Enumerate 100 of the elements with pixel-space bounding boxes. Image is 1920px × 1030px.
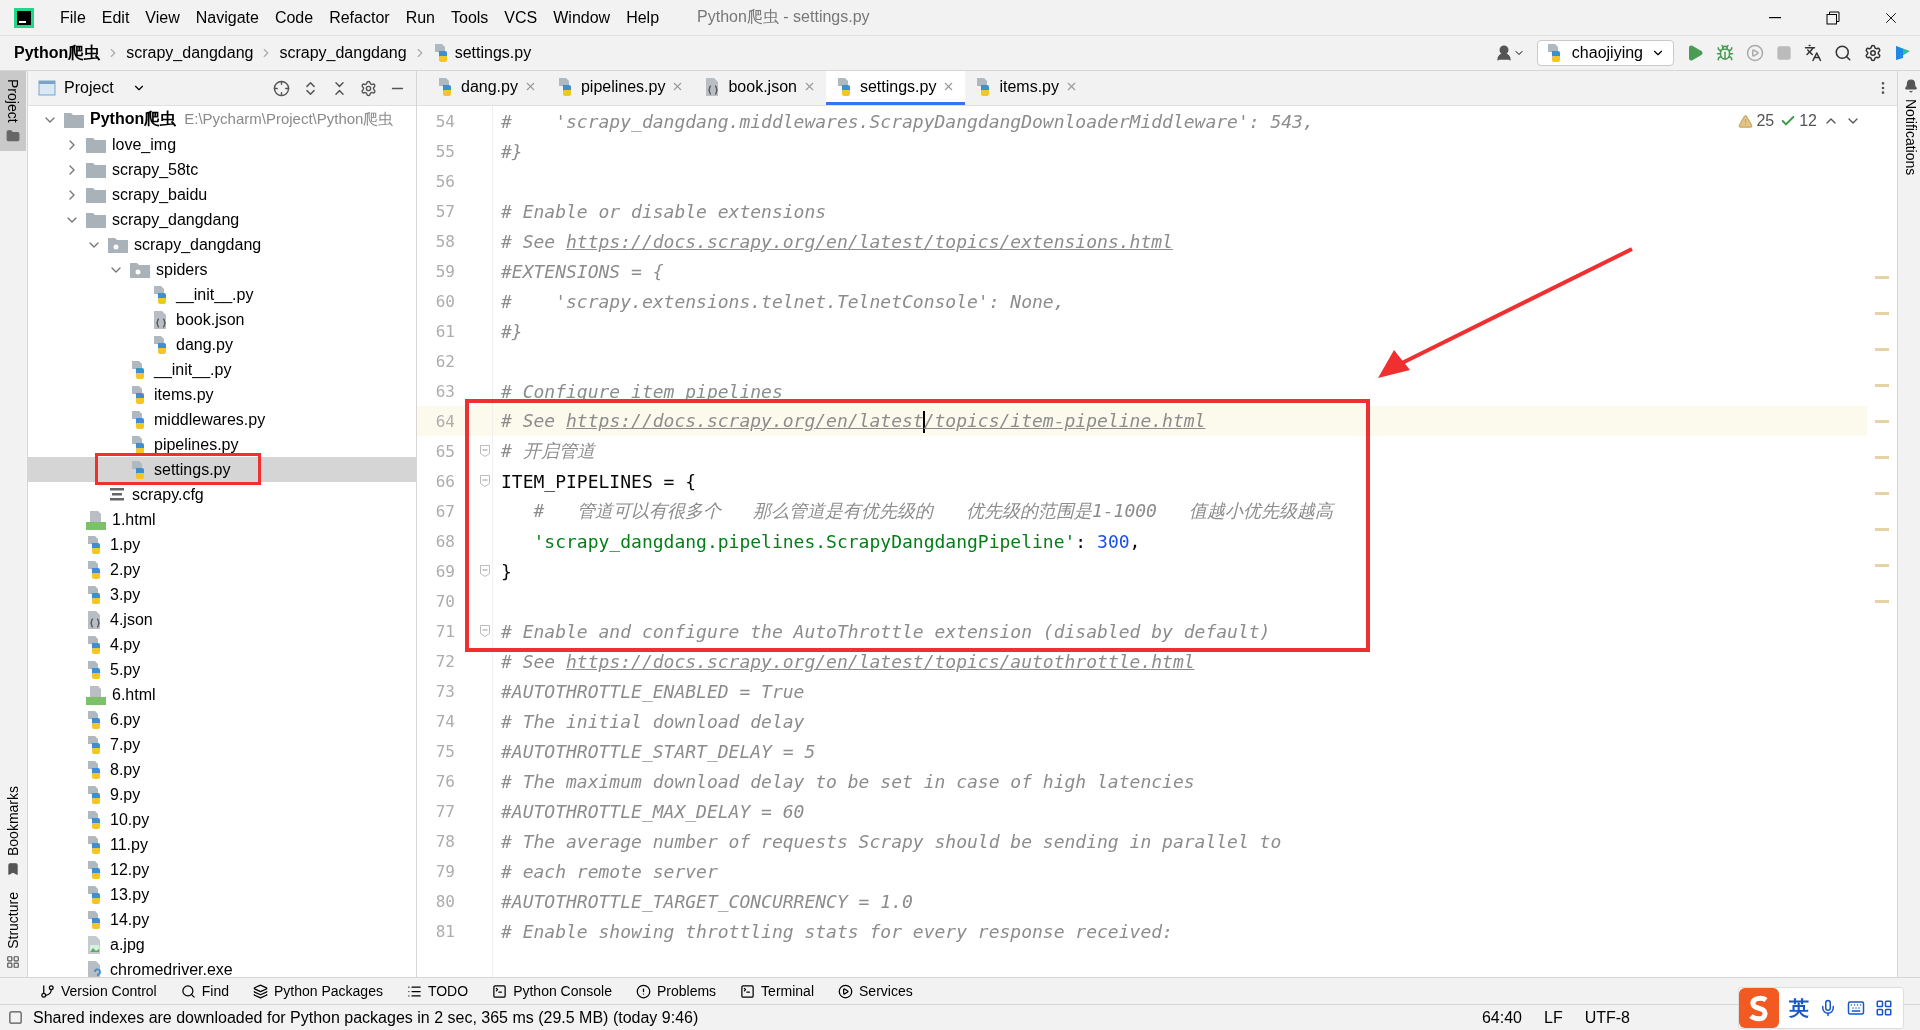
- tree-item[interactable]: dang.py: [28, 332, 416, 357]
- tree-item[interactable]: scrapy_baidu: [28, 182, 416, 207]
- tool-window-button[interactable]: Problems: [635, 983, 717, 999]
- tree-item[interactable]: 4.json: [28, 607, 416, 632]
- notifications-button[interactable]: Notifications: [1898, 71, 1920, 184]
- tree-item[interactable]: 1.html: [28, 507, 416, 532]
- fold-marker-icon[interactable]: [480, 565, 490, 577]
- debug-icon[interactable]: [1716, 44, 1734, 62]
- tree-label: spiders: [156, 260, 208, 279]
- warning-count[interactable]: 25: [1738, 112, 1775, 130]
- tree-item[interactable]: __init__.py: [28, 282, 416, 307]
- tree-item[interactable]: scrapy_58tc: [28, 157, 416, 182]
- menu-item[interactable]: Window: [545, 4, 619, 31]
- file-encoding[interactable]: UTF-8: [1584, 1008, 1630, 1027]
- tool-window-button[interactable]: Find: [180, 983, 229, 999]
- tree-item[interactable]: scrapy_dangdang: [28, 207, 416, 232]
- microphone-icon[interactable]: [1819, 999, 1837, 1017]
- input-mode[interactable]: 英: [1789, 994, 1809, 1022]
- tree-item[interactable]: 12.py: [28, 857, 416, 882]
- menu-item[interactable]: Run: [397, 4, 443, 31]
- menu-item[interactable]: VCS: [496, 4, 546, 31]
- tree-item[interactable]: 7.py: [28, 732, 416, 757]
- breadcrumb[interactable]: Python爬虫: [14, 42, 101, 64]
- tree-item[interactable]: 4.py: [28, 632, 416, 657]
- line-number: 56: [434, 171, 455, 191]
- status-checkbox-icon[interactable]: [8, 1010, 23, 1025]
- run-icon[interactable]: [1686, 44, 1704, 62]
- breadcrumb[interactable]: scrapy_dangdang: [126, 44, 254, 62]
- tree-item[interactable]: middlewares.py: [28, 407, 416, 432]
- locate-icon[interactable]: [273, 79, 290, 97]
- search-icon[interactable]: [1834, 44, 1852, 62]
- settings-icon[interactable]: [1864, 44, 1882, 62]
- tree-item[interactable]: 9.py: [28, 782, 416, 807]
- menu-item[interactable]: Edit: [93, 4, 138, 31]
- close-icon[interactable]: [1065, 80, 1078, 93]
- tree-item[interactable]: 11.py: [28, 832, 416, 857]
- translate-icon[interactable]: [1804, 44, 1822, 62]
- tree-item[interactable]: chromedriver.exe: [28, 957, 416, 977]
- menu-item[interactable]: View: [137, 4, 188, 31]
- tree-item[interactable]: a.jpg: [28, 932, 416, 957]
- tree-item[interactable]: 3.py: [28, 582, 416, 607]
- tree-item[interactable]: 6.html: [28, 682, 416, 707]
- line-separator[interactable]: LF: [1544, 1008, 1563, 1027]
- user-dropdown[interactable]: [1494, 44, 1525, 62]
- tool-window-button[interactable]: Version Control: [40, 983, 157, 999]
- tool-window-button[interactable]: Python Console: [492, 983, 612, 999]
- editor-tab[interactable]: book.json: [694, 71, 826, 105]
- tree-item[interactable]: 5.py: [28, 657, 416, 682]
- input-method-toolbar[interactable]: 英: [1738, 987, 1904, 1029]
- tree-item[interactable]: 13.py: [28, 882, 416, 907]
- tool-window-button[interactable]: TODO: [406, 983, 469, 999]
- toolbox-logo-icon[interactable]: [1894, 44, 1912, 62]
- editor-tab[interactable]: items.py: [965, 71, 1088, 105]
- keyboard-icon[interactable]: [1847, 999, 1865, 1017]
- menu-item[interactable]: Code: [266, 4, 322, 31]
- tool-window-button[interactable]: Structure: [0, 884, 26, 977]
- editor-tab[interactable]: dang.py: [427, 71, 547, 105]
- tree-item[interactable]: spiders: [28, 257, 416, 282]
- editor-tab[interactable]: pipelines.py: [546, 71, 695, 105]
- caret-position[interactable]: 64:40: [1481, 1008, 1522, 1027]
- breadcrumb[interactable]: scrapy_dangdang: [279, 44, 407, 62]
- tree-item[interactable]: 2.py: [28, 557, 416, 582]
- tool-window-button[interactable]: Project: [0, 71, 26, 151]
- line-number: 71: [434, 621, 455, 641]
- fold-marker-icon[interactable]: [480, 625, 490, 637]
- fold-marker-icon[interactable]: [480, 475, 490, 487]
- tree-label: a.jpg: [110, 935, 145, 954]
- run-configuration-dropdown[interactable]: chaojiying: [1536, 40, 1674, 66]
- menu-item[interactable]: Refactor: [321, 4, 398, 31]
- passed-count[interactable]: 12: [1780, 112, 1817, 130]
- menu-item[interactable]: Help: [618, 4, 668, 31]
- menu-item[interactable]: File: [52, 4, 94, 31]
- menu-item[interactable]: Navigate: [187, 4, 267, 31]
- tool-window-button[interactable]: Python Packages: [252, 983, 383, 999]
- settings-icon[interactable]: [360, 79, 377, 97]
- package-folder-icon: [130, 261, 150, 278]
- breadcrumb[interactable]: settings.py: [432, 43, 532, 63]
- tree-item[interactable]: scrapy_dangdang: [28, 232, 416, 257]
- grid-icon[interactable]: [1875, 999, 1893, 1017]
- tree-item[interactable]: book.json: [28, 307, 416, 332]
- tree-item[interactable]: settings.py: [28, 457, 416, 482]
- tree-item[interactable]: love_img: [28, 132, 416, 157]
- tree-item[interactable]: items.py: [28, 382, 416, 407]
- editor-tab[interactable]: settings.py: [825, 71, 966, 105]
- tree-item[interactable]: 6.py: [28, 707, 416, 732]
- tree-label: 9.py: [110, 785, 141, 804]
- tree-item[interactable]: __init__.py: [28, 357, 416, 382]
- tool-window-button[interactable]: Services: [838, 983, 913, 999]
- tree-item[interactable]: pipelines.py: [28, 432, 416, 457]
- tree-item[interactable]: 14.py: [28, 907, 416, 932]
- tree-item[interactable]: 8.py: [28, 757, 416, 782]
- project-view-dropdown[interactable]: Project: [38, 79, 146, 97]
- tree-item[interactable]: Python爬虫 E:\Pycharm\Project\Python爬虫: [28, 107, 416, 132]
- fold-marker-icon[interactable]: [480, 445, 490, 457]
- tool-window-button[interactable]: Terminal: [740, 983, 814, 999]
- tree-item[interactable]: 10.py: [28, 807, 416, 832]
- tool-window-button[interactable]: Bookmarks: [0, 778, 26, 885]
- menu-item[interactable]: Tools: [443, 4, 497, 31]
- tree-item[interactable]: scrapy.cfg: [28, 482, 416, 507]
- tree-item[interactable]: 1.py: [28, 532, 416, 557]
